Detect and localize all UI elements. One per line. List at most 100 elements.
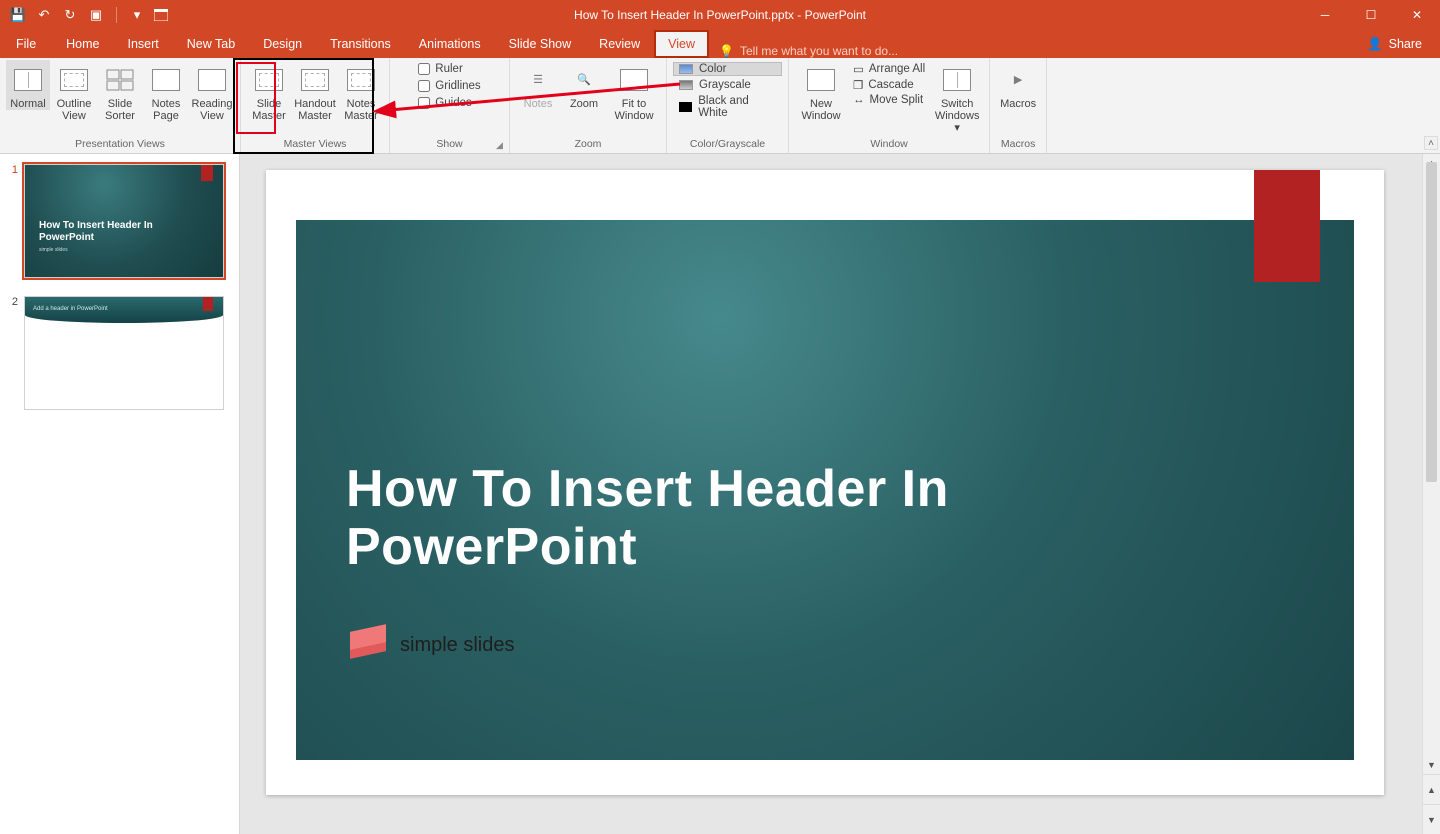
slide-thumbnail-2[interactable]: Add a header in PowerPoint bbox=[24, 296, 224, 410]
slide-sorter-button[interactable]: Slide Sorter bbox=[98, 60, 142, 122]
lightbulb-icon: 💡 bbox=[719, 44, 734, 58]
ruler-label: Ruler bbox=[435, 63, 462, 75]
quick-access-toolbar: 💾 ↶ ↻ ▣ ▾ bbox=[0, 7, 145, 23]
grayscale-label: Grayscale bbox=[699, 79, 751, 91]
notes-page-label: Notes Page bbox=[144, 98, 188, 122]
new-window-button[interactable]: New Window bbox=[795, 60, 847, 122]
tab-file[interactable]: File bbox=[0, 30, 52, 58]
grayscale-swatch-icon bbox=[679, 80, 693, 90]
share-button[interactable]: 👤 Share bbox=[1367, 30, 1422, 58]
tab-design[interactable]: Design bbox=[249, 30, 316, 58]
notes-master-button[interactable]: Notes Master bbox=[339, 60, 383, 122]
zoom-label: Zoom bbox=[570, 98, 598, 110]
slide-logo-text: simple slides bbox=[400, 634, 514, 657]
close-button[interactable]: ✕ bbox=[1394, 0, 1440, 30]
minimize-button[interactable]: ─ bbox=[1302, 0, 1348, 30]
previous-slide-button[interactable]: ▲ bbox=[1423, 774, 1440, 804]
slide-thumbnail-pane[interactable]: 1 How To Insert Header In PowerPoint sim… bbox=[0, 154, 240, 834]
slide-thumbnail-1[interactable]: How To Insert Header In PowerPoint simpl… bbox=[24, 164, 224, 278]
next-slide-button[interactable]: ▼ bbox=[1423, 804, 1440, 834]
notes-button[interactable]: ☰ Notes bbox=[516, 60, 560, 110]
outline-view-button[interactable]: Outline View bbox=[52, 60, 96, 122]
tab-newtab[interactable]: New Tab bbox=[173, 30, 249, 58]
macros-button[interactable]: ▶ Macros bbox=[996, 60, 1040, 110]
undo-icon[interactable]: ↶ bbox=[36, 7, 52, 23]
color-swatch-icon bbox=[679, 64, 693, 74]
share-label: Share bbox=[1389, 37, 1422, 51]
vertical-scrollbar[interactable]: ▲ ▼ bbox=[1422, 154, 1440, 774]
tab-view[interactable]: View bbox=[654, 30, 709, 58]
start-slideshow-icon[interactable]: ▣ bbox=[88, 7, 104, 23]
thumb2-title: Add a header in PowerPoint bbox=[33, 306, 108, 312]
cascade-button[interactable]: ❐Cascade bbox=[849, 78, 929, 92]
scroll-down-button[interactable]: ▼ bbox=[1423, 756, 1440, 774]
move-split-button[interactable]: ↔ Move Split bbox=[849, 94, 929, 106]
new-window-label: New Window bbox=[795, 98, 847, 122]
zoom-button[interactable]: 🔍 Zoom bbox=[562, 60, 606, 110]
redo-icon[interactable]: ↻ bbox=[62, 7, 78, 23]
group-label-zoom: Zoom bbox=[575, 138, 602, 153]
normal-view-button[interactable]: Normal bbox=[6, 60, 50, 110]
outline-view-label: Outline View bbox=[52, 98, 96, 122]
reading-view-icon bbox=[196, 64, 228, 96]
gridlines-checkbox[interactable]: Gridlines bbox=[418, 80, 480, 92]
ribbon: Normal Outline View Slide Sorter Notes P… bbox=[0, 58, 1440, 154]
group-macros: ▶ Macros Macros bbox=[990, 58, 1047, 153]
slide-title[interactable]: How To Insert Header In PowerPoint bbox=[346, 460, 1106, 576]
collapse-ribbon-button[interactable]: ˄ bbox=[1424, 136, 1438, 150]
handout-master-button[interactable]: Handout Master bbox=[293, 60, 337, 122]
arrange-all-icon: ▭ bbox=[853, 62, 864, 76]
tab-transitions[interactable]: Transitions bbox=[316, 30, 405, 58]
arrange-all-button[interactable]: ▭ Arrange All bbox=[849, 62, 929, 76]
tell-me-input[interactable] bbox=[740, 44, 940, 58]
notes-page-button[interactable]: Notes Page bbox=[144, 60, 188, 122]
tab-animations[interactable]: Animations bbox=[405, 30, 495, 58]
notes-master-icon bbox=[345, 64, 377, 96]
outline-view-icon bbox=[58, 64, 90, 96]
switch-windows-label: Switch Windows ▾ bbox=[931, 98, 983, 134]
share-icon: 👤 bbox=[1367, 37, 1383, 52]
normal-view-icon bbox=[12, 64, 44, 96]
reading-view-button[interactable]: Reading View bbox=[190, 60, 234, 122]
thumb-number-2: 2 bbox=[8, 296, 18, 410]
scrollbar-thumb[interactable] bbox=[1426, 162, 1437, 482]
handout-master-label: Handout Master bbox=[293, 98, 337, 122]
slide-logo: simple slides bbox=[346, 628, 514, 662]
ribbon-display-options-icon[interactable] bbox=[145, 0, 177, 30]
new-window-icon bbox=[805, 64, 837, 96]
reading-view-label: Reading View bbox=[190, 98, 234, 122]
arrange-all-label: Arrange All bbox=[869, 63, 925, 75]
move-split-icon: ↔ bbox=[853, 94, 865, 106]
cascade-icon: ❐ bbox=[853, 78, 863, 92]
window-title: How To Insert Header In PowerPoint.pptx … bbox=[574, 8, 866, 22]
tell-me[interactable]: 💡 bbox=[719, 44, 940, 58]
bw-label: Black and White bbox=[698, 95, 776, 119]
ruler-checkbox[interactable]: Ruler bbox=[418, 63, 480, 75]
workspace: 1 How To Insert Header In PowerPoint sim… bbox=[0, 154, 1440, 834]
fit-to-window-button[interactable]: Fit to Window bbox=[608, 60, 660, 122]
slide-master-button[interactable]: Slide Master bbox=[247, 60, 291, 122]
group-label-presentation-views: Presentation Views bbox=[75, 138, 165, 153]
slide-canvas[interactable]: How To Insert Header In PowerPoint simpl… bbox=[266, 170, 1384, 795]
show-dialog-launcher[interactable]: ◢ bbox=[496, 140, 506, 150]
grayscale-button[interactable]: Grayscale bbox=[673, 78, 782, 92]
qat-separator bbox=[116, 7, 117, 23]
customize-qat-icon[interactable]: ▾ bbox=[129, 7, 145, 23]
black-white-button[interactable]: Black and White bbox=[673, 94, 782, 120]
tab-home[interactable]: Home bbox=[52, 30, 113, 58]
save-icon[interactable]: 💾 bbox=[10, 7, 26, 23]
guides-checkbox[interactable]: Guides bbox=[418, 97, 480, 109]
guides-label: Guides bbox=[435, 97, 471, 109]
slide-canvas-area: How To Insert Header In PowerPoint simpl… bbox=[240, 154, 1440, 834]
tab-review[interactable]: Review bbox=[585, 30, 654, 58]
fit-window-icon bbox=[618, 64, 650, 96]
group-label-show: Show bbox=[436, 138, 462, 153]
tab-slideshow[interactable]: Slide Show bbox=[495, 30, 586, 58]
notes-page-icon bbox=[150, 64, 182, 96]
maximize-button[interactable]: ☐ bbox=[1348, 0, 1394, 30]
color-button[interactable]: Color bbox=[673, 62, 782, 76]
move-split-label: Move Split bbox=[870, 94, 924, 106]
group-label-color: Color/Grayscale bbox=[690, 138, 765, 153]
tab-insert[interactable]: Insert bbox=[114, 30, 173, 58]
switch-windows-button[interactable]: Switch Windows ▾ bbox=[931, 60, 983, 134]
